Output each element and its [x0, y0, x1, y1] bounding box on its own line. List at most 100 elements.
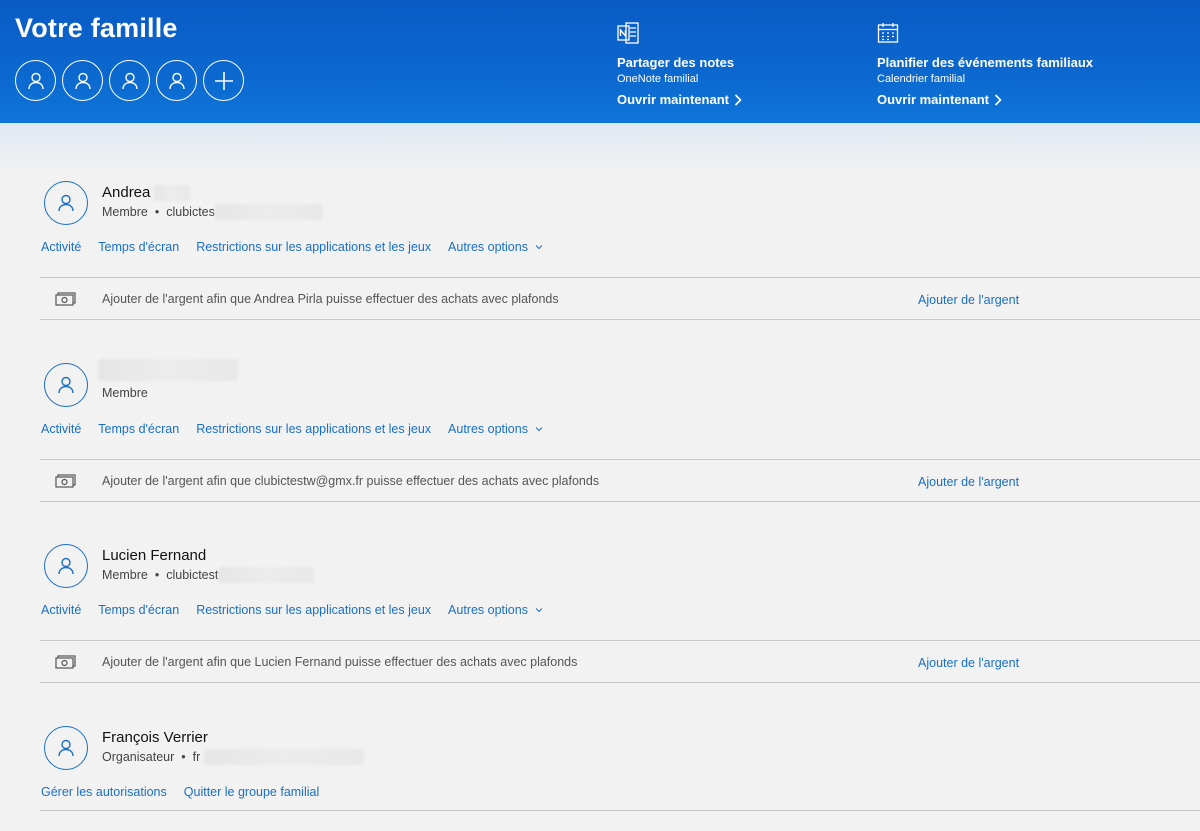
money-icon — [55, 474, 76, 488]
person-icon — [168, 72, 185, 89]
role-label: Membre — [102, 205, 148, 219]
add-money-link[interactable]: Ajouter de l'argent — [918, 475, 1019, 489]
person-icon — [121, 72, 138, 89]
screen-time-link[interactable]: Temps d'écran — [98, 240, 179, 254]
add-money-row: Ajouter de l'argent afin que clubictestw… — [40, 461, 1200, 501]
more-options-label: Autres options — [448, 240, 528, 254]
account-text: clubictes — [166, 205, 215, 219]
redacted-text — [214, 204, 323, 220]
family-member-avatar-2[interactable] — [62, 60, 103, 101]
promo-calendar: Planifier des événements familiaux Calen… — [877, 22, 1093, 107]
add-money-text: Ajouter de l'argent afin que clubictestw… — [102, 474, 600, 488]
divider — [40, 640, 1200, 641]
open-onenote-link[interactable]: Ouvrir maintenant — [617, 92, 742, 107]
avatar[interactable] — [44, 544, 88, 588]
add-money-row: Ajouter de l'argent afin que Andrea Pirl… — [40, 279, 1200, 319]
family-member-avatar-3[interactable] — [109, 60, 150, 101]
person-icon — [58, 739, 74, 757]
redacted-text — [204, 749, 365, 765]
member-card-francois: François Verrier Organisateur • fr Gérer… — [40, 726, 1200, 816]
member-name: François Verrier — [102, 729, 208, 746]
promo-onenote: Partager des notes OneNote familial Ouvr… — [617, 22, 742, 107]
redacted-text — [154, 184, 191, 201]
app-restrictions-link[interactable]: Restrictions sur les applications et les… — [196, 603, 431, 617]
add-money-link[interactable]: Ajouter de l'argent — [918, 656, 1019, 670]
promo-subtitle: OneNote familial — [617, 73, 699, 85]
more-options-label: Autres options — [448, 603, 528, 617]
activity-link[interactable]: Activité — [41, 240, 81, 254]
more-options-label: Autres options — [448, 422, 528, 436]
leave-family-link[interactable]: Quitter le groupe familial — [184, 785, 319, 799]
family-member-avatar-4[interactable] — [156, 60, 197, 101]
avatar[interactable] — [44, 363, 88, 407]
add-money-link[interactable]: Ajouter de l'argent — [918, 293, 1019, 307]
role-label: Organisateur — [102, 750, 175, 764]
member-role: Membre • clubictest — [102, 567, 315, 583]
divider — [40, 459, 1200, 460]
promo-subtitle: Calendrier familial — [877, 73, 966, 85]
member-card-andrea: Andrea Membre • clubictes Activité Temps… — [40, 181, 1200, 321]
family-header: Votre famille Partager des notes OneNote… — [0, 0, 1200, 123]
more-options-link[interactable]: Autres options — [448, 422, 543, 436]
member-actions: Activité Temps d'écran Restrictions sur … — [41, 422, 543, 436]
person-icon — [74, 72, 91, 89]
open-link-label: Ouvrir maintenant — [617, 92, 729, 107]
activity-link[interactable]: Activité — [41, 422, 81, 436]
promo-title: Partager des notes — [617, 55, 735, 70]
activity-link[interactable]: Activité — [41, 603, 81, 617]
member-actions: Activité Temps d'écran Restrictions sur … — [41, 240, 543, 254]
promo-title: Planifier des événements familiaux — [877, 55, 1094, 70]
screen-time-link[interactable]: Temps d'écran — [98, 603, 179, 617]
separator-dot: • — [154, 568, 160, 582]
member-role: Membre — [102, 386, 148, 400]
member-actions: Gérer les autorisations Quitter le group… — [41, 785, 319, 799]
money-icon — [55, 292, 76, 306]
member-card-lucien: Lucien Fernand Membre • clubictest Activ… — [40, 544, 1200, 684]
member-name: Andrea — [102, 184, 191, 201]
avatar[interactable] — [44, 181, 88, 225]
onenote-icon — [617, 22, 639, 44]
money-icon — [55, 655, 76, 669]
manage-permissions-link[interactable]: Gérer les autorisations — [41, 785, 167, 799]
person-icon — [58, 194, 74, 212]
chevron-down-icon — [535, 427, 543, 432]
avatar[interactable] — [44, 726, 88, 770]
divider — [40, 277, 1200, 278]
member-role: Organisateur • fr — [102, 749, 365, 765]
header-fade — [0, 123, 1200, 173]
chevron-right-icon — [734, 93, 742, 106]
separator-dot: • — [181, 750, 186, 764]
role-label: Membre — [102, 568, 148, 582]
add-member-button[interactable] — [203, 60, 244, 101]
screen-time-link[interactable]: Temps d'écran — [98, 422, 179, 436]
add-money-text: Ajouter de l'argent afin que Andrea Pirl… — [102, 292, 559, 306]
person-icon — [58, 376, 74, 394]
member-name-text: Lucien Fernand — [102, 547, 207, 564]
add-money-row: Ajouter de l'argent afin que Lucien Fern… — [40, 642, 1200, 682]
chevron-right-icon — [994, 93, 1002, 106]
account-text: clubictest — [166, 568, 219, 582]
app-restrictions-link[interactable]: Restrictions sur les applications et les… — [196, 240, 431, 254]
chevron-down-icon — [535, 608, 543, 613]
divider — [40, 682, 1200, 683]
role-label: Membre — [102, 386, 148, 400]
family-member-avatar-1[interactable] — [15, 60, 56, 101]
more-options-link[interactable]: Autres options — [448, 240, 543, 254]
member-name-text: Andrea — [102, 184, 151, 201]
member-name — [98, 359, 238, 381]
add-money-text: Ajouter de l'argent afin que Lucien Fern… — [102, 655, 578, 669]
account-text: fr — [192, 750, 201, 764]
plus-icon — [214, 71, 233, 90]
separator-dot: • — [154, 205, 160, 219]
person-icon — [58, 557, 74, 575]
member-name-text: François Verrier — [102, 729, 208, 746]
more-options-link[interactable]: Autres options — [448, 603, 543, 617]
open-calendar-link[interactable]: Ouvrir maintenant — [877, 92, 1093, 107]
divider — [40, 501, 1200, 502]
family-avatars — [15, 60, 244, 101]
member-role: Membre • clubictes — [102, 204, 323, 220]
app-restrictions-link[interactable]: Restrictions sur les applications et les… — [196, 422, 431, 436]
redacted-text — [98, 359, 238, 381]
divider — [40, 810, 1200, 811]
member-actions: Activité Temps d'écran Restrictions sur … — [41, 603, 543, 617]
